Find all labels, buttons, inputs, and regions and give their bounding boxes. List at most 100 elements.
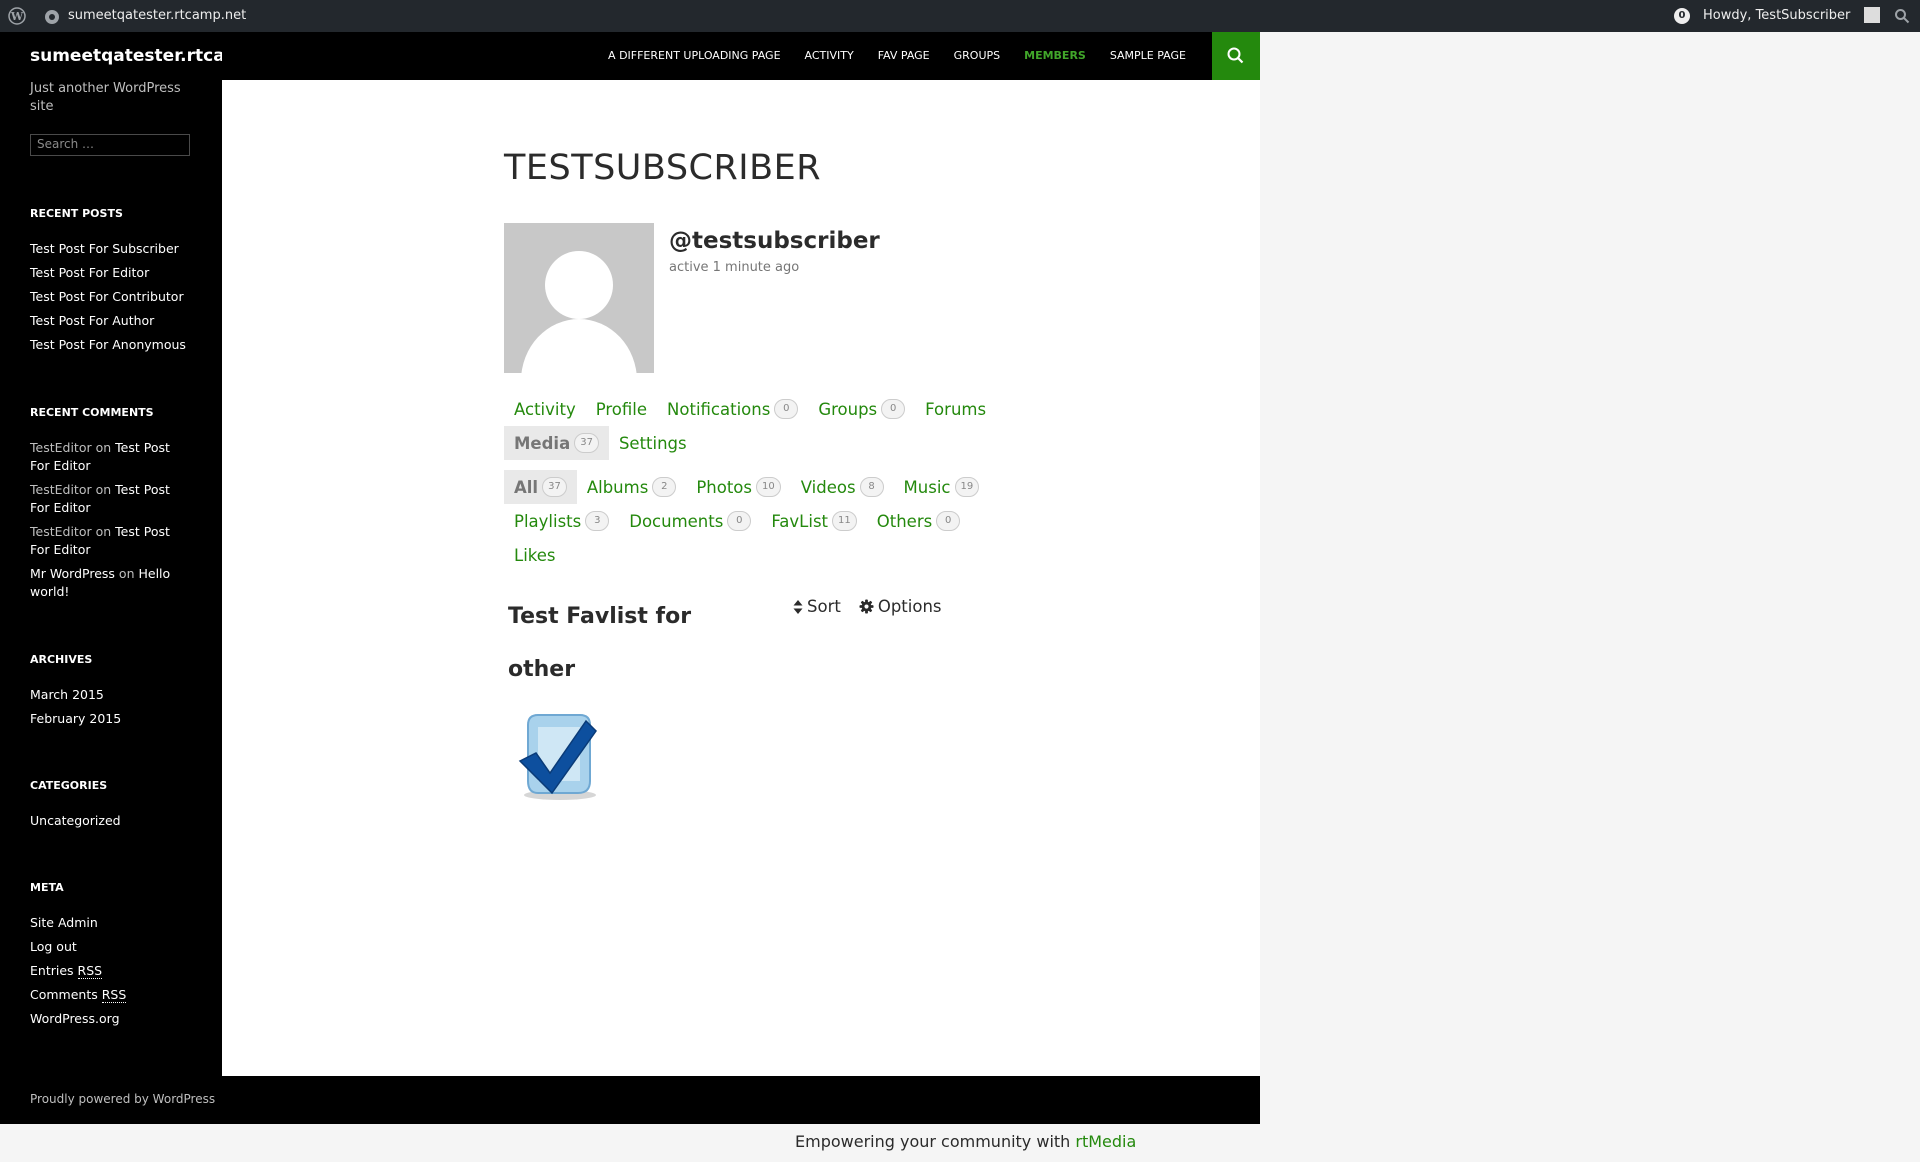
subtab-likes[interactable]: Likes: [504, 538, 566, 572]
categories-list: Uncategorized: [30, 812, 200, 836]
tab-label: Videos: [800, 477, 856, 497]
archives-list: March 2015 February 2015: [30, 686, 200, 734]
archive-link[interactable]: March 2015: [30, 687, 104, 702]
recent-post-link[interactable]: Test Post For Anonymous: [30, 337, 186, 352]
tab-activity[interactable]: Activity: [504, 392, 586, 426]
menu-item-members[interactable]: MEMBERS: [1012, 32, 1098, 80]
count-badge: 8: [859, 477, 884, 497]
subtab-favlist[interactable]: FavList 11: [761, 504, 866, 538]
site-tagline: Just another WordPress site: [30, 81, 181, 114]
menu-item-sample-page[interactable]: SAMPLE PAGE: [1098, 32, 1198, 80]
sidebar: sumeetqatester.rtcamp.net Just another W…: [0, 32, 293, 1076]
search-icon[interactable]: [1894, 8, 1910, 24]
comments-label: Comments: [30, 987, 98, 1002]
media-subnav-row-3: Likes: [504, 538, 566, 572]
tab-forums[interactable]: Forums: [915, 392, 996, 426]
notification-count-badge[interactable]: 0: [1674, 8, 1690, 24]
sort-icon: [793, 599, 803, 614]
recent-post-link[interactable]: Test Post For Contributor: [30, 289, 184, 304]
count-badge: 19: [954, 477, 980, 497]
comment-item: TestEditor on Test Post For Editor: [30, 481, 190, 517]
subtab-photos[interactable]: Photos 10: [686, 470, 790, 504]
wordpress-logo-icon[interactable]: W: [8, 7, 26, 25]
site-admin-link[interactable]: Site Admin: [30, 915, 98, 930]
profile-nav: Activity Profile Notifications 0 Groups 0 …: [504, 392, 996, 426]
last-active-status: active 1 minute ago: [669, 260, 800, 275]
tab-notifications[interactable]: Notifications 0: [657, 392, 808, 426]
search-toggle-button[interactable]: [1212, 32, 1260, 80]
count-badge: 11: [832, 511, 857, 531]
profile-nav-row-2: Media 37 Settings: [504, 426, 697, 460]
page-title: TESTSUBSCRIBER: [504, 148, 822, 188]
media-thumbnail[interactable]: [510, 707, 606, 803]
recent-post-link[interactable]: Test Post For Author: [30, 313, 154, 328]
sort-button[interactable]: Sort: [793, 597, 841, 616]
recent-post-link[interactable]: Test Post For Editor: [30, 265, 149, 280]
tab-label: FavList: [771, 511, 829, 531]
checkmark-icon: [518, 714, 597, 800]
subtab-others[interactable]: Others 0: [867, 504, 970, 538]
subtab-playlists[interactable]: Playlists 3: [504, 504, 619, 538]
menu-item-fav-page[interactable]: FAV PAGE: [866, 32, 942, 80]
site-footer: Proudly powered by WordPress: [0, 1076, 1260, 1124]
entries-rss-link[interactable]: Entries RSS: [30, 963, 103, 979]
rtmedia-link[interactable]: rtMedia: [1075, 1132, 1136, 1151]
recent-posts-list: Test Post For Subscriber Test Post For E…: [30, 240, 200, 360]
sidebar-search-input[interactable]: Search …: [30, 134, 190, 156]
rss-abbr: RSS: [77, 963, 103, 979]
tab-settings[interactable]: Settings: [609, 426, 697, 460]
menu-item-uploading-page[interactable]: A DIFFERENT UPLOADING PAGE: [596, 32, 793, 80]
comment-on-word: on: [95, 482, 112, 497]
recent-post-link[interactable]: Test Post For Subscriber: [30, 241, 179, 256]
main-content: TESTSUBSCRIBER @testsubscriber active 1 …: [222, 80, 1260, 1076]
wordpress-org-link[interactable]: WordPress.org: [30, 1011, 120, 1026]
admin-bar-site-name[interactable]: sumeetqatester.rtcamp.net: [68, 8, 246, 23]
gear-icon: [859, 599, 874, 614]
user-avatar-icon[interactable]: [1864, 7, 1880, 23]
recent-comments-list: TestEditor on Test Post For Editor TestE…: [30, 439, 190, 607]
subtab-all[interactable]: All 37: [504, 470, 577, 504]
menu-item-groups[interactable]: GROUPS: [942, 32, 1013, 80]
subtab-music[interactable]: Music 19: [894, 470, 990, 504]
category-link[interactable]: Uncategorized: [30, 813, 121, 828]
options-button[interactable]: Options: [859, 597, 942, 616]
count-badge: 0: [727, 511, 752, 531]
subtab-videos[interactable]: Videos 8: [791, 470, 894, 504]
dashboard-icon[interactable]: [44, 8, 60, 24]
subtab-albums[interactable]: Albums 2: [577, 470, 686, 504]
recent-posts-title: RECENT POSTS: [30, 207, 123, 220]
tab-label: Albums: [586, 477, 649, 497]
tab-profile[interactable]: Profile: [586, 392, 657, 426]
tab-media[interactable]: Media 37: [504, 426, 609, 460]
entries-label: Entries: [30, 963, 74, 978]
primary-menu: A DIFFERENT UPLOADING PAGE ACTIVITY FAV …: [596, 32, 1198, 80]
gallery-actions: Sort Options: [793, 597, 960, 616]
search-icon: [1227, 47, 1244, 64]
comments-rss-link[interactable]: Comments RSS: [30, 987, 127, 1003]
powered-by-link[interactable]: Proudly powered by WordPress: [30, 1092, 215, 1106]
rtmedia-credit: Empowering your community with rtMedia: [795, 1132, 1136, 1151]
tab-label: Media: [514, 433, 571, 453]
user-mention: @testsubscriber: [669, 228, 880, 254]
rss-abbr: RSS: [101, 987, 127, 1003]
tab-groups[interactable]: Groups 0: [808, 392, 915, 426]
meta-title: META: [30, 881, 64, 894]
options-label: Options: [877, 597, 942, 616]
comment-item: TestEditor on Test Post For Editor: [30, 523, 190, 559]
tab-label: All: [514, 477, 539, 497]
subtab-documents[interactable]: Documents 0: [619, 504, 761, 538]
comment-author-link[interactable]: Mr WordPress: [30, 566, 115, 581]
avatar[interactable]: [504, 223, 654, 373]
site-header: A DIFFERENT UPLOADING PAGE ACTIVITY FAV …: [222, 32, 1260, 80]
tab-label: Groups: [818, 399, 878, 419]
rtmedia-credit-text: Empowering your community with: [795, 1132, 1071, 1151]
comment-on-word: on: [95, 440, 112, 455]
count-badge: 0: [774, 399, 799, 419]
media-subnav-row-2: Playlists 3 Documents 0 FavList 11 Others 0: [504, 504, 970, 538]
howdy-user-menu[interactable]: Howdy, TestSubscriber: [1703, 8, 1850, 23]
sort-label: Sort: [807, 597, 841, 616]
log-out-link[interactable]: Log out: [30, 939, 77, 954]
archive-link[interactable]: February 2015: [30, 711, 121, 726]
count-badge: 10: [755, 477, 781, 497]
menu-item-activity[interactable]: ACTIVITY: [793, 32, 866, 80]
